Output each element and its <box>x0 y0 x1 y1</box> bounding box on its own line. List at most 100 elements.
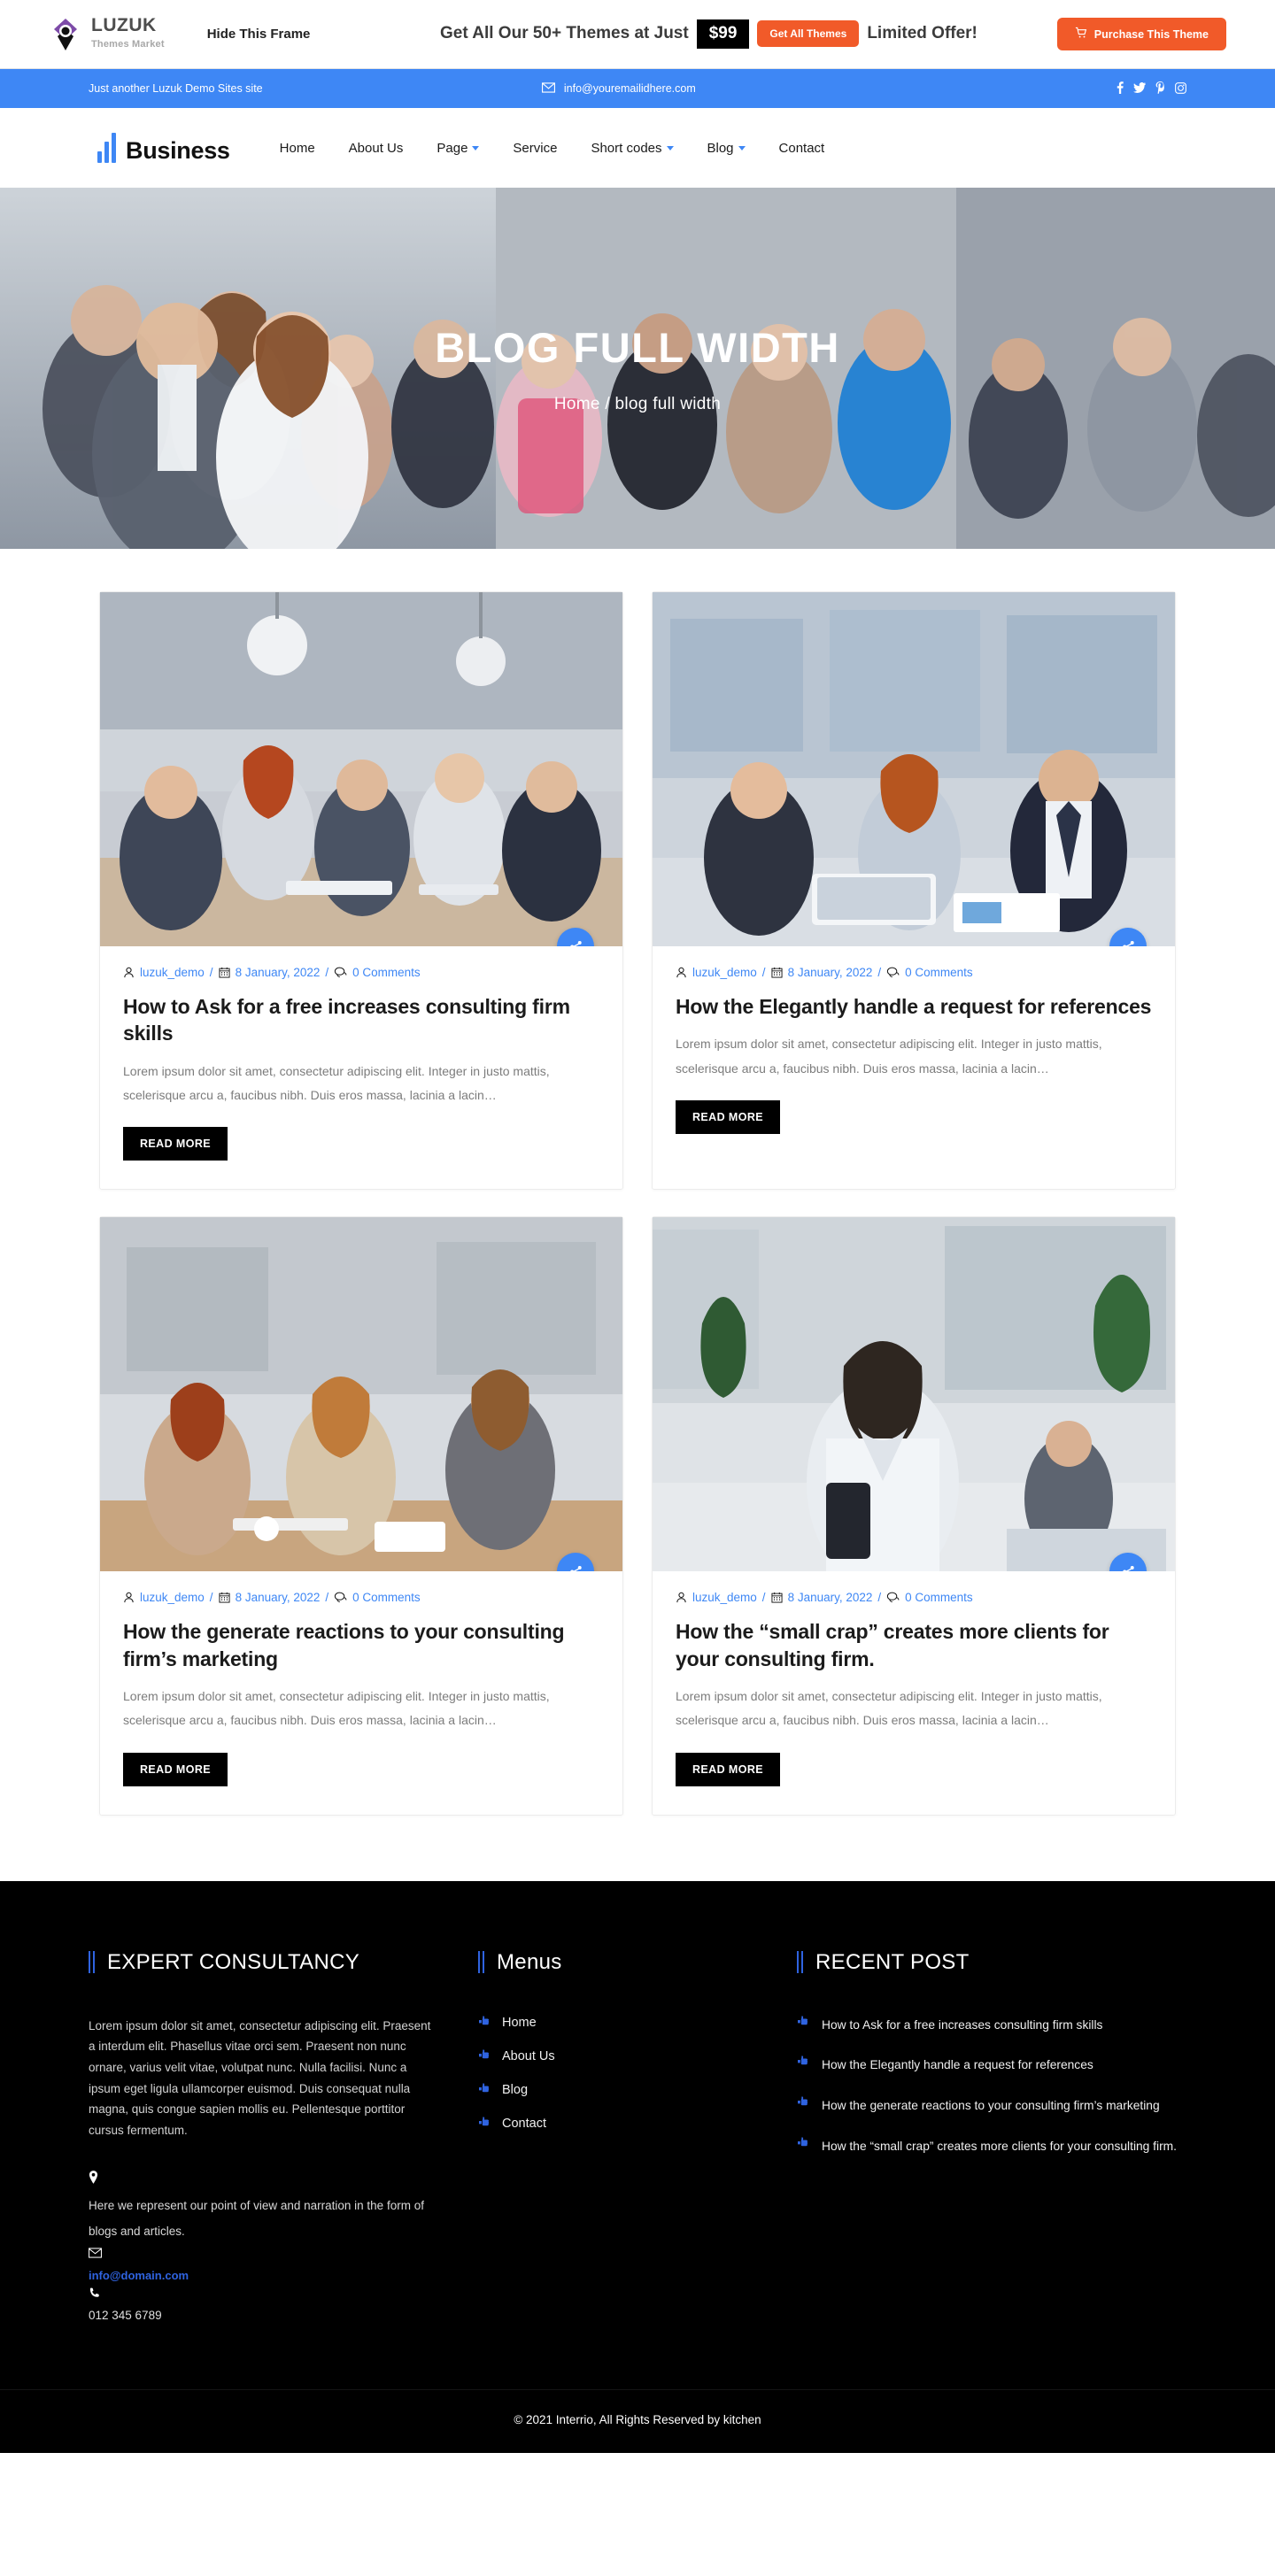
footer-menu-item-about-us[interactable]: About Us <box>478 2049 761 2063</box>
user-icon <box>123 1592 135 1603</box>
page-hero-banner: BLOG FULL WIDTH Home / blog full width <box>0 188 1275 549</box>
calendar-icon <box>219 1592 230 1603</box>
footer-menu-item-home[interactable]: Home <box>478 2016 761 2030</box>
nav-item-label: Contact <box>778 140 825 156</box>
blog-card-date[interactable]: 8 January, 2022 <box>236 1591 321 1604</box>
blog-card-comments[interactable]: 0 Comments <box>352 966 421 979</box>
blog-card-excerpt: Lorem ipsum dolor sit amet, consectetur … <box>123 1689 550 1728</box>
footer-menus-column: Menus Home About Us Blog Contact <box>478 1950 761 2325</box>
nav-item-contact[interactable]: Contact <box>779 141 825 156</box>
read-more-button[interactable]: READ MORE <box>123 1127 228 1161</box>
read-more-button[interactable]: READ MORE <box>676 1752 780 1786</box>
footer-menu-item-contact[interactable]: Contact <box>478 2117 761 2131</box>
blog-card-image <box>653 1217 1175 1572</box>
footer-menu-item-label: Blog <box>502 2082 529 2097</box>
promo-limited-offer-text: Limited Offer! <box>867 24 978 43</box>
hand-point-right-icon <box>797 2055 810 2069</box>
chevron-down-icon <box>738 145 746 150</box>
blog-card-comments[interactable]: 0 Comments <box>352 1591 421 1604</box>
footer-menu-item-label: Home <box>502 2015 537 2030</box>
footer-phone-text: 012 345 6789 <box>89 2309 162 2323</box>
footer-about-text: Lorem ipsum dolor sit amet, consectetur … <box>89 2018 431 2137</box>
blog-card[interactable]: luzuk_demo / 8 January, 2022 / 0 Comment… <box>652 1216 1176 1816</box>
promo-bar: LUZUK Themes Market Hide This Frame Get … <box>0 0 1275 69</box>
footer-recent-heading-text: RECENT POST <box>815 1949 970 1974</box>
promo-offer-text: Get All Our 50+ Themes at Just <box>440 24 689 43</box>
footer-recent-post-item[interactable]: How the “small crap” creates more client… <box>797 2137 1186 2157</box>
twitter-icon[interactable] <box>1133 82 1146 95</box>
footer-address-row: Here we represent our point of view and … <box>89 2171 443 2244</box>
hand-point-right-icon <box>797 2137 810 2150</box>
blog-card-comments[interactable]: 0 Comments <box>905 966 973 979</box>
comment-icon <box>334 1592 347 1603</box>
footer-menus-heading: Menus <box>478 1950 761 1975</box>
blog-card-author[interactable]: luzuk_demo <box>140 1591 205 1604</box>
header-email-link[interactable]: info@youremailidhere.com <box>564 82 696 95</box>
blog-card-title[interactable]: How the Elegantly handle a request for r… <box>676 993 1152 1020</box>
nav-item-label: Service <box>513 140 558 156</box>
blog-section: luzuk_demo / 8 January, 2022 / 0 Comment… <box>0 549 1275 1881</box>
blog-card-date[interactable]: 8 January, 2022 <box>236 966 321 979</box>
location-pin-icon <box>89 2171 443 2187</box>
blog-card-author[interactable]: luzuk_demo <box>692 1591 757 1604</box>
footer-recent-post-item[interactable]: How the generate reactions to your consu… <box>797 2096 1186 2117</box>
chevron-down-icon <box>472 145 480 150</box>
blog-card-comments[interactable]: 0 Comments <box>905 1591 973 1604</box>
pinterest-icon[interactable] <box>1155 81 1165 96</box>
read-more-button[interactable]: READ MORE <box>676 1099 780 1134</box>
blog-card-title[interactable]: How the generate reactions to your consu… <box>123 1618 599 1672</box>
double-bar-icon <box>797 1951 803 1974</box>
calendar-icon <box>219 967 230 978</box>
blog-card-date[interactable]: 8 January, 2022 <box>788 1591 873 1604</box>
blog-card[interactable]: luzuk_demo / 8 January, 2022 / 0 Comment… <box>99 1216 623 1816</box>
read-more-button[interactable]: READ MORE <box>123 1752 228 1786</box>
footer-recent-post-label: How to Ask for a free increases consulti… <box>822 2017 1103 2032</box>
comment-icon <box>886 967 900 978</box>
nav-item-label: Page <box>437 140 468 156</box>
social-links <box>1117 81 1186 96</box>
header-email[interactable]: info@youremailidhere.com <box>541 81 696 96</box>
blog-card[interactable]: luzuk_demo / 8 January, 2022 / 0 Comment… <box>652 591 1176 1191</box>
footer-phone-row: 012 345 6789 <box>89 2287 443 2322</box>
nav-menu: Home About Us Page Service Short codes B… <box>280 141 825 156</box>
nav-item-short-codes[interactable]: Short codes <box>591 141 674 156</box>
blog-card-author[interactable]: luzuk_demo <box>692 966 757 979</box>
site-tagline: Just another Luzuk Demo Sites site <box>89 82 263 95</box>
bar-chart-logo-icon <box>97 133 116 163</box>
luzuk-logo[interactable]: LUZUK Themes Market <box>49 16 165 53</box>
blog-card-body: luzuk_demo / 8 January, 2022 / 0 Comment… <box>100 946 622 1189</box>
cart-icon <box>1075 27 1087 42</box>
blog-card-author[interactable]: luzuk_demo <box>140 966 205 979</box>
envelope-icon <box>89 2248 443 2261</box>
footer-menu-item-blog[interactable]: Blog <box>478 2083 761 2097</box>
calendar-icon <box>771 967 783 978</box>
footer-address-text: Here we represent our point of view and … <box>89 2199 424 2238</box>
footer-recent-post-list: How to Ask for a free increases consulti… <box>797 2015 1186 2157</box>
facebook-icon[interactable] <box>1117 81 1124 96</box>
copyright-bar: © 2021 Interrio, All Rights Reserved by … <box>0 2389 1275 2454</box>
footer-recent-posts-column: RECENT POST How to Ask for a free increa… <box>797 1950 1186 2325</box>
luzuk-logo-icon <box>49 16 82 53</box>
footer-recent-post-label: How the generate reactions to your consu… <box>822 2099 1160 2113</box>
blog-card[interactable]: luzuk_demo / 8 January, 2022 / 0 Comment… <box>99 591 623 1191</box>
blog-card-image <box>100 1217 622 1572</box>
nav-item-service[interactable]: Service <box>513 141 557 156</box>
purchase-this-theme-button[interactable]: Purchase This Theme <box>1056 18 1226 50</box>
blog-card-date[interactable]: 8 January, 2022 <box>788 966 873 979</box>
purchase-this-theme-label: Purchase This Theme <box>1093 27 1209 41</box>
site-brand[interactable]: Business <box>97 133 230 163</box>
footer-recent-heading: RECENT POST <box>797 1950 1186 1975</box>
nav-item-page[interactable]: Page <box>437 140 480 156</box>
footer-recent-post-item[interactable]: How the Elegantly handle a request for r… <box>797 2055 1186 2076</box>
blog-card-title[interactable]: How the “small crap” creates more client… <box>676 1618 1152 1672</box>
instagram-icon[interactable] <box>1175 81 1186 96</box>
footer-email-link[interactable]: info@domain.com <box>89 2269 189 2282</box>
footer-recent-post-item[interactable]: How to Ask for a free increases consulti… <box>797 2015 1186 2036</box>
luzuk-logo-sub: Themes Market <box>91 39 165 50</box>
nav-item-blog[interactable]: Blog <box>707 141 746 156</box>
get-all-themes-button[interactable]: Get All Themes <box>757 20 860 48</box>
blog-card-title[interactable]: How to Ask for a free increases consulti… <box>123 993 599 1047</box>
nav-item-home[interactable]: Home <box>280 141 315 156</box>
hide-this-frame-button[interactable]: Hide This Frame <box>207 27 311 42</box>
nav-item-about-us[interactable]: About Us <box>349 141 404 156</box>
